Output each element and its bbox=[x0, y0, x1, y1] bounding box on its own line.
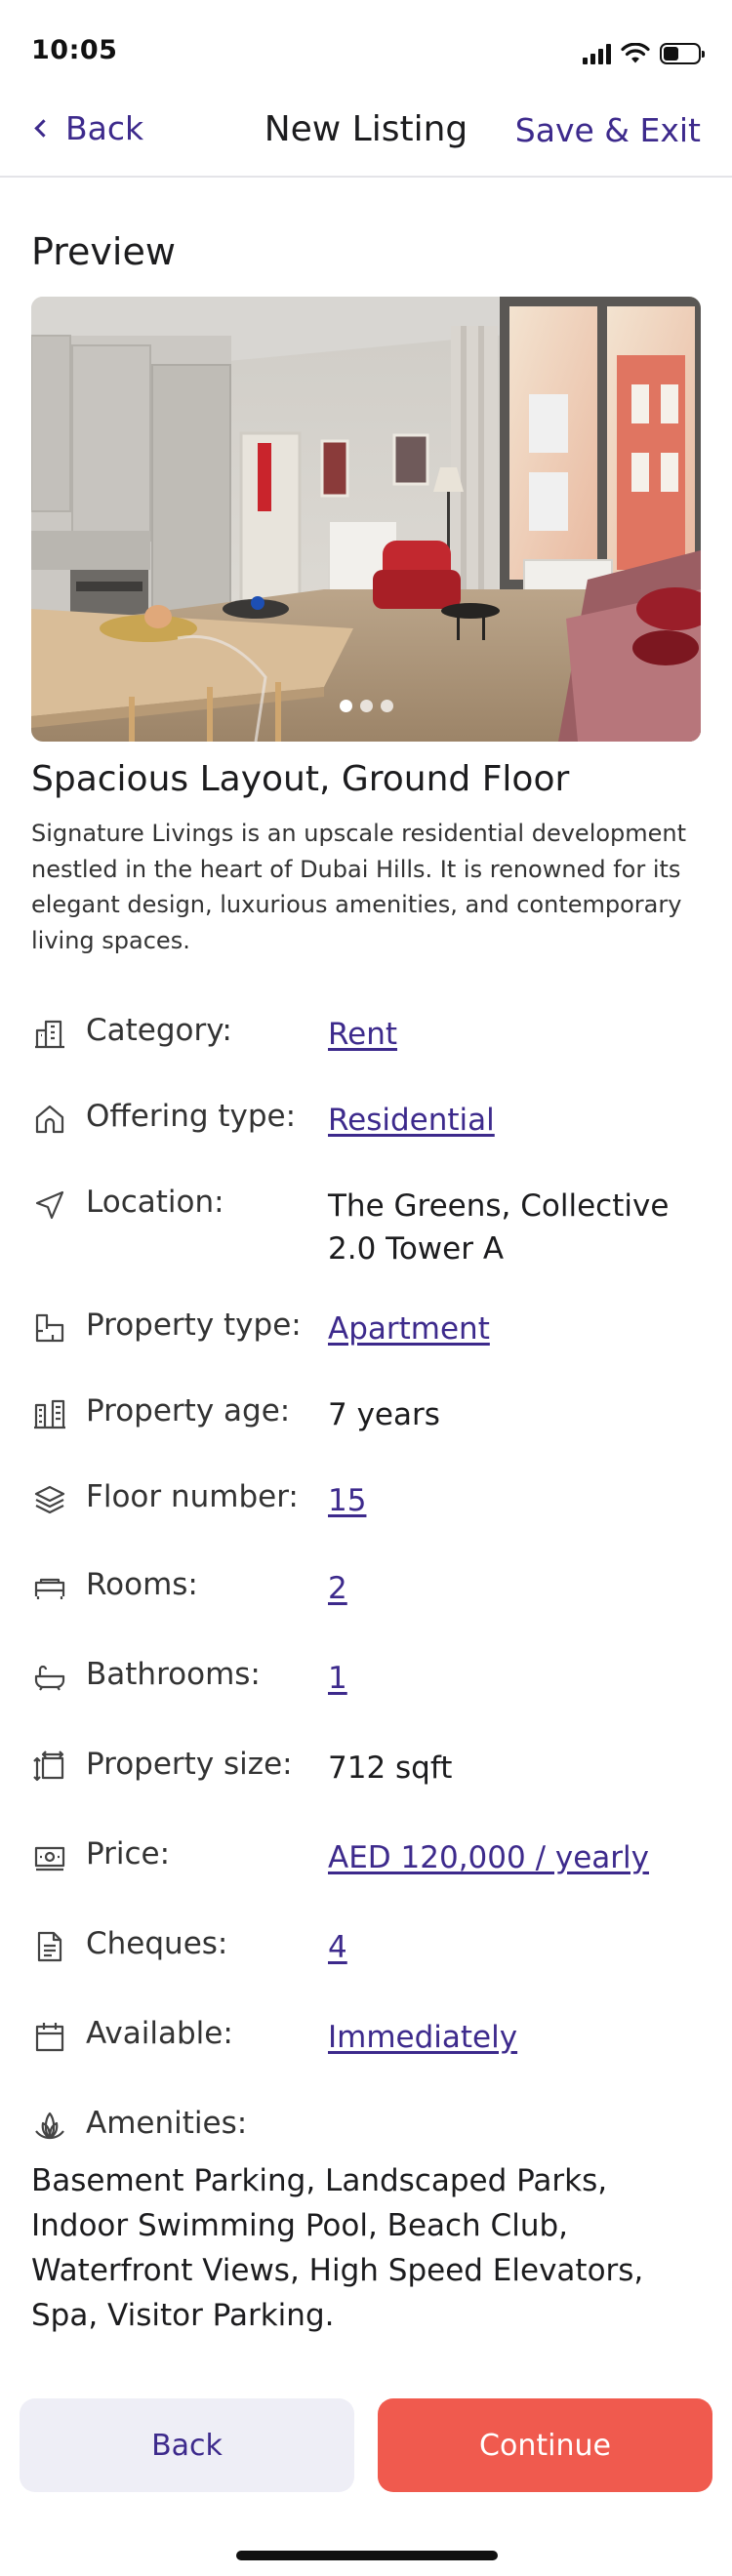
detail-label: Property size: bbox=[86, 1747, 293, 1782]
back-button[interactable]: Back bbox=[20, 2398, 354, 2492]
floorplan-icon bbox=[33, 1311, 66, 1345]
save-exit-button[interactable]: Save & Exit bbox=[515, 111, 701, 149]
home-indicator bbox=[236, 2551, 498, 2560]
detail-label: Bathrooms: bbox=[86, 1657, 261, 1692]
detail-value-category[interactable]: Rent bbox=[328, 1013, 699, 1056]
chevron-left-icon bbox=[34, 119, 53, 138]
detail-value-available[interactable]: Immediately bbox=[328, 2016, 699, 2059]
detail-value-offering-type[interactable]: Residential bbox=[328, 1099, 699, 1142]
leaf-icon bbox=[33, 2110, 66, 2143]
navigation-bar: Back New Listing Save & Exit bbox=[0, 90, 732, 178]
detail-value-rooms[interactable]: 2 bbox=[328, 1567, 699, 1610]
battery-icon bbox=[660, 43, 705, 64]
amenities-list: Basement Parking, Landscaped Parks, Indo… bbox=[31, 2163, 644, 2333]
detail-label: Cheques: bbox=[86, 1926, 228, 1961]
detail-label: Offering type: bbox=[86, 1099, 297, 1134]
document-icon bbox=[33, 1930, 66, 1963]
detail-value-floor-number[interactable]: 15 bbox=[328, 1479, 699, 1522]
continue-button[interactable]: Continue bbox=[378, 2398, 712, 2492]
carousel-dot[interactable] bbox=[380, 700, 393, 712]
home-icon bbox=[33, 1103, 66, 1136]
status-time: 10:05 bbox=[31, 35, 118, 65]
detail-value-property-type[interactable]: Apartment bbox=[328, 1308, 699, 1350]
layers-icon bbox=[33, 1483, 66, 1516]
buildings-icon bbox=[33, 1397, 66, 1430]
detail-label: Floor number: bbox=[86, 1479, 299, 1514]
building-icon bbox=[33, 1017, 66, 1050]
nav-back-label: Back bbox=[65, 109, 144, 147]
detail-value-location: The Greens, Collective 2.0 Tower A bbox=[328, 1188, 670, 1267]
status-icons bbox=[583, 43, 705, 64]
carousel-indicator[interactable] bbox=[31, 700, 701, 712]
detail-label: Property age: bbox=[86, 1393, 291, 1429]
detail-value-cheques[interactable]: 4 bbox=[328, 1926, 699, 1969]
listing-photo-carousel[interactable] bbox=[31, 297, 701, 742]
detail-label: Location: bbox=[86, 1185, 224, 1220]
detail-label: Price: bbox=[86, 1836, 171, 1872]
detail-label: Rooms: bbox=[86, 1567, 198, 1602]
carousel-dot[interactable] bbox=[359, 700, 373, 712]
listing-description: Signature Livings is an upscale resident… bbox=[31, 820, 687, 954]
detail-value-bathrooms[interactable]: 1 bbox=[328, 1657, 699, 1700]
detail-label: Property type: bbox=[86, 1308, 302, 1343]
wifi-icon bbox=[621, 43, 650, 63]
detail-label: Category: bbox=[86, 1013, 232, 1048]
signal-icon bbox=[583, 43, 611, 64]
detail-label: Available: bbox=[86, 2016, 233, 2051]
calendar-icon bbox=[33, 2020, 66, 2053]
banknote-icon bbox=[33, 1840, 66, 1873]
listing-photo bbox=[31, 297, 701, 742]
size-icon bbox=[33, 1751, 66, 1784]
detail-label: Amenities: bbox=[86, 2106, 248, 2141]
detail-value-property-size: 712 sqft bbox=[328, 1751, 453, 1786]
detail-value-price[interactable]: AED 120,000 / yearly bbox=[328, 1836, 699, 1879]
bathtub-icon bbox=[33, 1661, 66, 1694]
detail-value-property-age: 7 years bbox=[328, 1397, 440, 1432]
nav-back-button[interactable]: Back bbox=[31, 109, 143, 147]
section-title-preview: Preview bbox=[31, 230, 176, 273]
navigation-arrow-icon bbox=[33, 1188, 66, 1222]
status-bar: 10:05 bbox=[0, 0, 732, 90]
listing-title: Spacious Layout, Ground Floor bbox=[31, 759, 570, 799]
bed-icon bbox=[33, 1571, 66, 1604]
carousel-dot[interactable] bbox=[339, 700, 352, 712]
